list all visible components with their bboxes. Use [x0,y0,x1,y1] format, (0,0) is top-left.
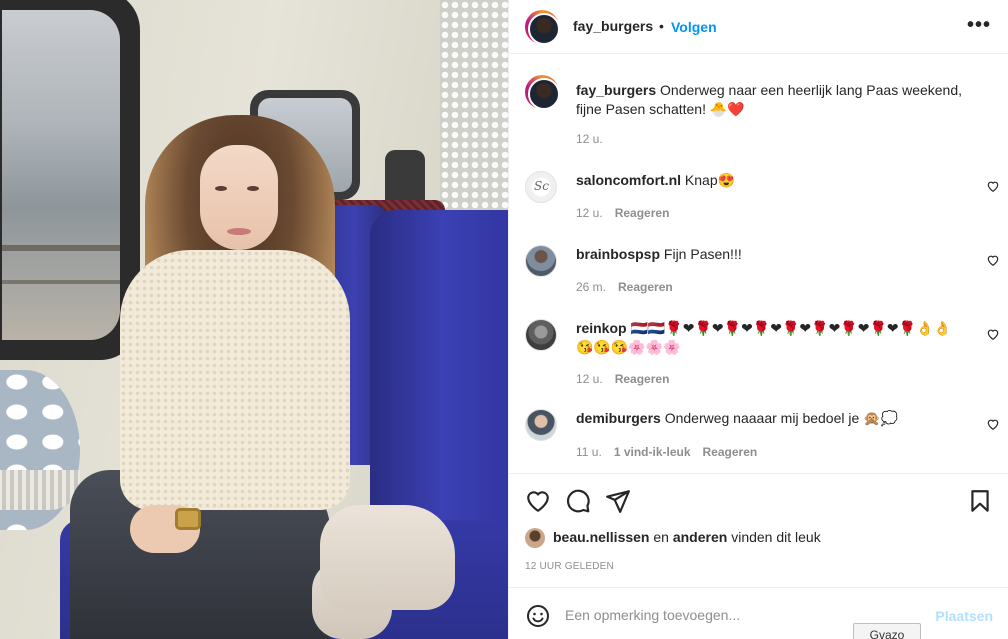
reply-button[interactable]: Reageren [615,206,670,220]
follow-button[interactable]: Volgen [671,19,717,35]
liker-username[interactable]: beau.nellissen [553,529,649,545]
share-icon[interactable] [605,488,631,514]
bookmark-icon[interactable] [967,488,993,514]
post-timestamp[interactable]: 12 UUR GELEDEN [525,561,614,572]
comment-avatar[interactable] [525,409,557,441]
likes-suffix: vinden dit leuk [731,529,821,545]
post-header: fay_burgers • Volgen ••• [509,0,1008,54]
comment-item: reinkop 🇳🇱🇳🇱🌹❤🌹❤🌹❤🌹❤🌹❤🌹❤🌹❤🌹❤🌹👌👌😘😘😘🌸🌸🌸 12… [525,319,999,395]
caption: fay_burgers Onderweg naar een heerlijk l… [525,75,995,155]
comment-composer: Plaatsen [509,587,1008,639]
comment-item: demiburgers Onderweg naaaar mij bedoel j… [525,409,999,465]
train-window [0,0,140,360]
likes-text: beau.nellissen en anderen vinden dit leu… [553,529,821,545]
comment-like-count[interactable]: 1 vind-ik-leuk [614,445,691,459]
comment-like-heart-icon[interactable] [986,417,1000,431]
post-panel: fay_burgers • Volgen ••• fay_burgers Ond… [508,0,1008,639]
caption-time[interactable]: 12 u. [576,132,603,146]
comment-like-heart-icon[interactable] [986,253,1000,267]
post-actions [509,473,1008,527]
comment-body: brainbospsp Fijn Pasen!!! [576,245,936,264]
post-comment-button[interactable]: Plaatsen [935,608,993,624]
comment-icon[interactable] [565,488,591,514]
comment-username[interactable]: demiburgers [576,410,661,426]
reply-button[interactable]: Reageren [618,280,673,294]
comments-scroll[interactable]: fay_burgers Onderweg naar een heerlijk l… [509,55,1008,473]
person-eye [247,186,259,191]
comment-time[interactable]: 12 u. [576,206,603,220]
comment-meta: 26 m. Reageren [576,280,673,294]
comment-item: Sc saloncomfort.nl Knap😍 12 u. Reageren [525,171,999,227]
comment-avatar[interactable]: Sc [525,171,557,203]
train-window-dot-pattern [440,0,508,210]
comment-username[interactable]: reinkop [576,320,627,336]
comment-username[interactable]: brainbospsp [576,246,660,262]
comment-like-heart-icon[interactable] [986,327,1000,341]
comment-username[interactable]: saloncomfort.nl [576,172,681,188]
caption-meta: 12 u. [576,132,603,146]
caption-body: fay_burgers Onderweg naar een heerlijk l… [576,81,971,119]
comment-text: 🇳🇱🇳🇱🌹❤🌹❤🌹❤🌹❤🌹❤🌹❤🌹❤🌹❤🌹👌👌😘😘😘🌸🌸🌸 [576,320,951,355]
heart-icon[interactable] [525,488,551,514]
author-avatar[interactable] [525,10,560,45]
separator-dot: • [659,18,664,34]
caption-username[interactable]: fay_burgers [576,82,656,98]
likes-joiner: en [653,529,669,545]
comment-text: Fijn Pasen!!! [663,246,742,262]
comment-avatar[interactable] [525,319,557,351]
reply-button[interactable]: Reageren [615,372,670,386]
comment-like-heart-icon[interactable] [986,179,1000,193]
reply-button[interactable]: Reageren [703,445,758,459]
train-table-edge [0,470,80,510]
comment-meta: 12 u. Reageren [576,372,669,386]
sneaker [320,505,455,610]
comment-body: demiburgers Onderweg naaaar mij bedoel j… [576,409,936,428]
emoji-icon[interactable] [526,604,550,628]
likes-others-link[interactable]: anderen [673,529,727,545]
caption-avatar[interactable] [525,75,560,110]
wristwatch [175,508,201,530]
author-username[interactable]: fay_burgers [573,18,653,34]
tooltip: Gvazo [853,623,921,639]
comment-body: saloncomfort.nl Knap😍 [576,171,936,190]
comment-time[interactable]: 12 u. [576,372,603,386]
comment-item: brainbospsp Fijn Pasen!!! 26 m. Reageren [525,245,999,301]
comment-body: reinkop 🇳🇱🇳🇱🌹❤🌹❤🌹❤🌹❤🌹❤🌹❤🌹❤🌹❤🌹👌👌😘😘😘🌸🌸🌸 [576,319,961,357]
comment-meta: 11 u. 1 vind-ik-leuk Reageren [576,445,757,459]
person-eye [215,186,227,191]
comment-text: Onderweg naaaar mij bedoel je 🙊💭 [664,410,899,426]
post-photo[interactable] [0,0,508,639]
comment-time[interactable]: 11 u. [576,445,602,459]
more-options-icon[interactable]: ••• [967,14,991,37]
comment-avatar[interactable] [525,245,557,277]
comment-time[interactable]: 26 m. [576,280,606,294]
comment-text: Knap😍 [684,172,736,188]
person-sweater [120,250,350,510]
liker-avatar[interactable] [525,528,545,548]
comment-meta: 12 u. Reageren [576,206,669,220]
person-lips [227,228,251,235]
